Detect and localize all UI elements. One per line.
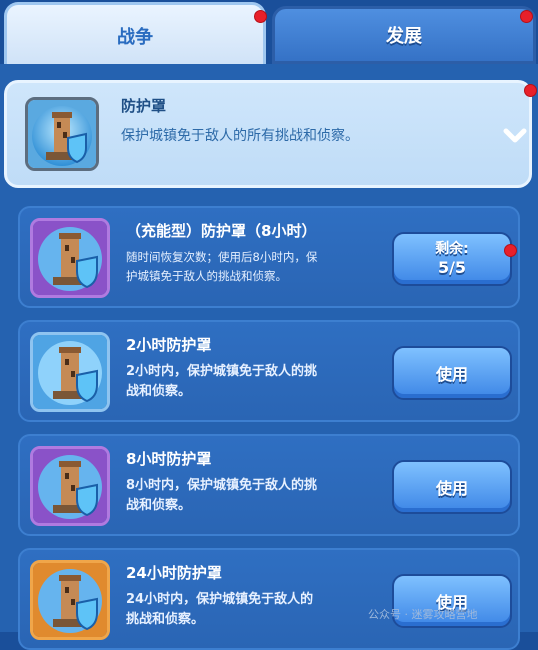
- list-item: 24小时防护罩 24小时内，保护城镇免于敌人的 挑战和侦察。 使用: [18, 548, 520, 650]
- tab-development-notification-dot: [520, 10, 533, 23]
- shield-header-card[interactable]: 防护罩 保护城镇免于敌人的所有挑战和侦察。: [4, 80, 532, 188]
- shield-2h-icon: [30, 332, 110, 412]
- item-title: 8小时防护罩: [126, 450, 212, 468]
- tab-war-label: 战争: [117, 26, 153, 48]
- use-button[interactable]: 使用: [392, 460, 512, 514]
- list-item: 2小时防护罩 2小时内，保护城镇免于敌人的挑 战和侦察。 使用: [18, 320, 520, 422]
- tab-bar: 战争 发展: [0, 0, 538, 66]
- list-item: （充能型）防护罩（8小时） 随时间恢复次数；使用后8小时内，保 护城镇免于敌人的…: [18, 206, 520, 308]
- item-description: 24小时内，保护城镇免于敌人的 挑战和侦察。: [126, 590, 384, 630]
- item-notification-dot: [504, 244, 517, 257]
- watermark-text: 公众号 · 迷雾攻略营地: [368, 608, 478, 621]
- use-button[interactable]: 使用: [392, 346, 512, 400]
- tab-development-label: 发展: [386, 26, 422, 47]
- item-description: 2小时内，保护城镇免于敌人的挑 战和侦察。: [126, 362, 384, 402]
- item-desc-line: 24小时内，保护城镇免于敌人的: [126, 592, 314, 607]
- item-title: 2小时防护罩: [126, 336, 212, 354]
- tab-war[interactable]: 战争: [4, 2, 266, 66]
- shield-tower-icon: [25, 97, 99, 171]
- item-desc-line: 8小时内，保护城镇免于敌人的挑: [126, 478, 318, 493]
- header-notification-dot: [524, 84, 537, 97]
- remaining-label: 剩余:: [435, 241, 469, 257]
- shield-title: 防护罩: [121, 97, 167, 115]
- shield-24h-icon: [30, 560, 110, 640]
- item-title: （充能型）防护罩（8小时）: [126, 222, 317, 240]
- item-description: 8小时内，保护城镇免于敌人的挑 战和侦察。: [126, 476, 384, 516]
- item-desc-line: 2小时内，保护城镇免于敌人的挑: [126, 364, 318, 379]
- list-item: 8小时防护罩 8小时内，保护城镇免于敌人的挑 战和侦察。 使用: [18, 434, 520, 536]
- shield-8h-icon: [30, 446, 110, 526]
- use-button-label: 使用: [435, 365, 468, 384]
- item-desc-line: 战和侦察。: [126, 384, 192, 399]
- chevron-down-icon[interactable]: [501, 121, 529, 149]
- shield-item-list: （充能型）防护罩（8小时） 随时间恢复次数；使用后8小时内，保 护城镇免于敌人的…: [0, 196, 538, 650]
- use-button-label: 使用: [435, 479, 468, 498]
- item-desc-line: 挑战和侦察。: [126, 612, 205, 627]
- remaining-charges-button[interactable]: 剩余: 5/5: [392, 232, 512, 286]
- item-desc-line: 护城镇免于敌人的挑战和侦察。: [126, 269, 287, 283]
- tab-war-notification-dot: [254, 10, 267, 23]
- item-desc-line: 战和侦察。: [126, 498, 192, 513]
- shield-description: 保护城镇免于敌人的所有挑战和侦察。: [121, 128, 359, 144]
- remaining-value: 5/5: [437, 258, 467, 277]
- item-description: 随时间恢复次数；使用后8小时内，保 护城镇免于敌人的挑战和侦察。: [126, 248, 384, 286]
- item-desc-line: 随时间恢复次数；使用后8小时内，保: [126, 250, 318, 264]
- charged-shield-icon: [30, 218, 110, 298]
- tab-development[interactable]: 发展: [272, 6, 536, 64]
- item-title: 24小时防护罩: [126, 564, 222, 582]
